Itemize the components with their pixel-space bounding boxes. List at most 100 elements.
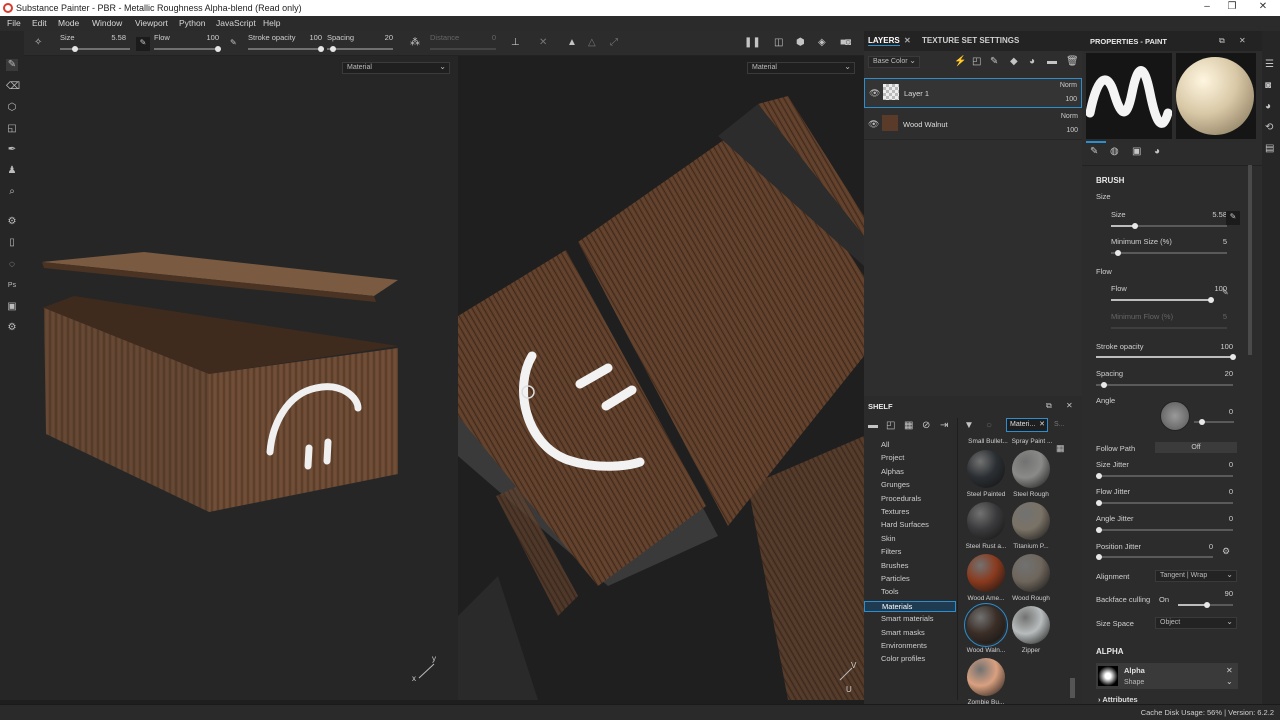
photoshop-export-icon[interactable]: Ps	[6, 280, 18, 292]
shelf-search-input[interactable]: S...	[1054, 421, 1065, 428]
shelf-category-item[interactable]: Alphas	[881, 467, 904, 476]
layer-blend-mode[interactable]: Norm	[1060, 82, 1077, 89]
toolbar-flow-slider[interactable]	[154, 48, 220, 50]
angle-jitter-slider[interactable]	[1096, 529, 1233, 531]
toolbar-size-knob[interactable]	[72, 46, 78, 52]
tab-layers-close-icon[interactable]: ✕	[904, 36, 911, 45]
stroke-opacity-value[interactable]: 100	[1203, 342, 1233, 351]
flow-jitter-value[interactable]: 0	[1203, 487, 1233, 496]
viewport-3d[interactable]: Material ⌄ x y	[24, 56, 458, 700]
size-pressure-icon[interactable]: ✎	[1226, 211, 1240, 225]
shelf-category-item[interactable]: All	[881, 440, 889, 449]
close-shelf-icon[interactable]: ✕	[1066, 400, 1073, 412]
mask-icon[interactable]: ◌	[6, 259, 18, 271]
shelf-category-item[interactable]: Smart masks	[881, 628, 925, 637]
spacing-value[interactable]: 20	[1203, 369, 1233, 378]
material-thumbnail[interactable]	[967, 658, 1005, 696]
toolbar-stroke-opacity-knob[interactable]	[318, 46, 324, 52]
add-mask-icon[interactable]: ◰	[972, 56, 981, 68]
size-jitter-value[interactable]: 0	[1203, 460, 1233, 469]
add-effect-icon[interactable]: ⚡	[954, 56, 966, 68]
symmetry-settings-icon[interactable]: ⤢	[610, 37, 618, 49]
history-icon[interactable]: ⟲	[1265, 122, 1273, 134]
brush-tab-icon[interactable]: ✎	[1090, 146, 1098, 158]
jitter-settings-icon[interactable]: ⚙	[1222, 545, 1230, 557]
menu-window[interactable]: Window	[92, 18, 122, 28]
visibility-eye-icon[interactable]: 👁	[869, 88, 880, 99]
pause-icon[interactable]: ❚❚	[744, 37, 761, 49]
size-space-dropdown[interactable]: Object ⌄	[1155, 617, 1237, 629]
menu-mode[interactable]: Mode	[58, 18, 79, 28]
size-jitter-knob[interactable]	[1096, 473, 1102, 479]
shelf-scrollbar[interactable]	[1070, 678, 1075, 698]
close-properties-icon[interactable]: ✕	[1239, 35, 1246, 47]
material-thumbnail[interactable]	[1012, 554, 1050, 592]
shelf-category-item[interactable]: Filters	[881, 547, 901, 556]
size-slider-knob[interactable]	[1132, 223, 1138, 229]
restore-icon[interactable]: ❐	[1222, 1, 1242, 12]
display-settings-icon[interactable]: ◈	[818, 37, 826, 49]
texture-set-list-icon[interactable]: ☰	[1265, 59, 1274, 71]
backface-toggle[interactable]: On	[1159, 595, 1169, 604]
flow-slider-knob[interactable]	[1208, 297, 1214, 303]
shelf-category-item[interactable]: Skin	[881, 534, 896, 543]
tab-texture-set-settings[interactable]: TEXTURE SET SETTINGS	[922, 36, 1019, 45]
export-icon[interactable]: ▣	[6, 301, 18, 313]
undock-icon[interactable]: ⧉	[1219, 35, 1225, 47]
tab-layers[interactable]: LAYERS	[868, 36, 900, 46]
display-settings-icon[interactable]: ◙	[1265, 80, 1271, 92]
visibility-eye-icon[interactable]: 👁	[868, 119, 879, 130]
shelf-category-item[interactable]: Color profiles	[881, 654, 925, 663]
position-jitter-knob[interactable]	[1096, 554, 1102, 560]
settings-icon[interactable]: ⚙	[6, 322, 18, 334]
size-value[interactable]: 5.58	[1197, 210, 1227, 219]
undock-icon[interactable]: ⧉	[1046, 400, 1052, 412]
screenshot-camera-icon[interactable]: ◙	[845, 37, 851, 49]
brush-preset-icon[interactable]: ✧	[34, 37, 42, 49]
remove-alpha-icon[interactable]: ✕	[1226, 666, 1233, 675]
layer-row[interactable]: 👁 Layer 1 Norm 100	[864, 78, 1082, 108]
layer-opacity[interactable]: 100	[1066, 127, 1078, 134]
mirror-icon[interactable]: ▲	[567, 37, 577, 49]
layer-instancing-icon[interactable]: ▯	[6, 237, 18, 249]
shelf-category-item[interactable]: Project	[881, 453, 904, 462]
menu-python[interactable]: Python	[179, 18, 205, 28]
position-jitter-value[interactable]: 0	[1183, 542, 1213, 551]
follow-path-toggle[interactable]: Off	[1155, 442, 1237, 453]
toolbar-spacing-knob[interactable]	[330, 46, 336, 52]
toolbar-stroke-opacity-slider[interactable]	[248, 48, 324, 50]
toolbar-spacing-slider[interactable]	[327, 48, 393, 50]
stroke-opacity-knob[interactable]	[1230, 354, 1236, 360]
shelf-category-item[interactable]: Tools	[881, 587, 899, 596]
angle-jitter-knob[interactable]	[1096, 527, 1102, 533]
hide-icon[interactable]: ⊘	[922, 420, 930, 432]
camera-mode-icon[interactable]: ⬢	[796, 37, 805, 49]
backface-value[interactable]: 90	[1203, 589, 1233, 598]
log-icon[interactable]: ▤	[1265, 143, 1274, 155]
position-jitter-slider[interactable]	[1096, 556, 1213, 558]
shelf-category-item[interactable]: Materials	[864, 600, 956, 612]
menu-javascript[interactable]: JavaScript	[216, 18, 256, 28]
properties-scrollbar[interactable]	[1248, 165, 1252, 355]
menu-viewport[interactable]: Viewport	[135, 18, 168, 28]
projection-icon[interactable]: ⬡	[6, 102, 18, 114]
menu-help[interactable]: Help	[263, 18, 280, 28]
grid-view-icon[interactable]: ▦	[1056, 442, 1065, 454]
flow-pressure-icon[interactable]: ✎	[230, 37, 237, 49]
material-thumbnail[interactable]	[967, 502, 1005, 540]
add-fill-layer-icon[interactable]: ◆	[1010, 56, 1018, 68]
material-thumbnail[interactable]	[1012, 450, 1050, 488]
shelf-category-item[interactable]: Environments	[881, 641, 927, 650]
menu-file[interactable]: File	[7, 18, 21, 28]
material-thumbnail[interactable]	[1012, 502, 1050, 540]
channel-dropdown[interactable]: Base Color ⌄	[868, 56, 920, 68]
min-size-slider[interactable]	[1111, 252, 1227, 254]
close-icon[interactable]: ✕	[1253, 1, 1273, 12]
minimize-icon[interactable]: –	[1197, 1, 1217, 12]
smudge-icon[interactable]: ✒	[6, 144, 18, 156]
flow-slider[interactable]	[1111, 299, 1211, 301]
add-smart-material-icon[interactable]: ◕	[1029, 56, 1035, 68]
shelf-category-item[interactable]: Textures	[881, 507, 909, 516]
lazy-mouse-icon[interactable]: ⁂	[410, 37, 420, 49]
mirror-mode-icon[interactable]: △	[588, 37, 596, 49]
